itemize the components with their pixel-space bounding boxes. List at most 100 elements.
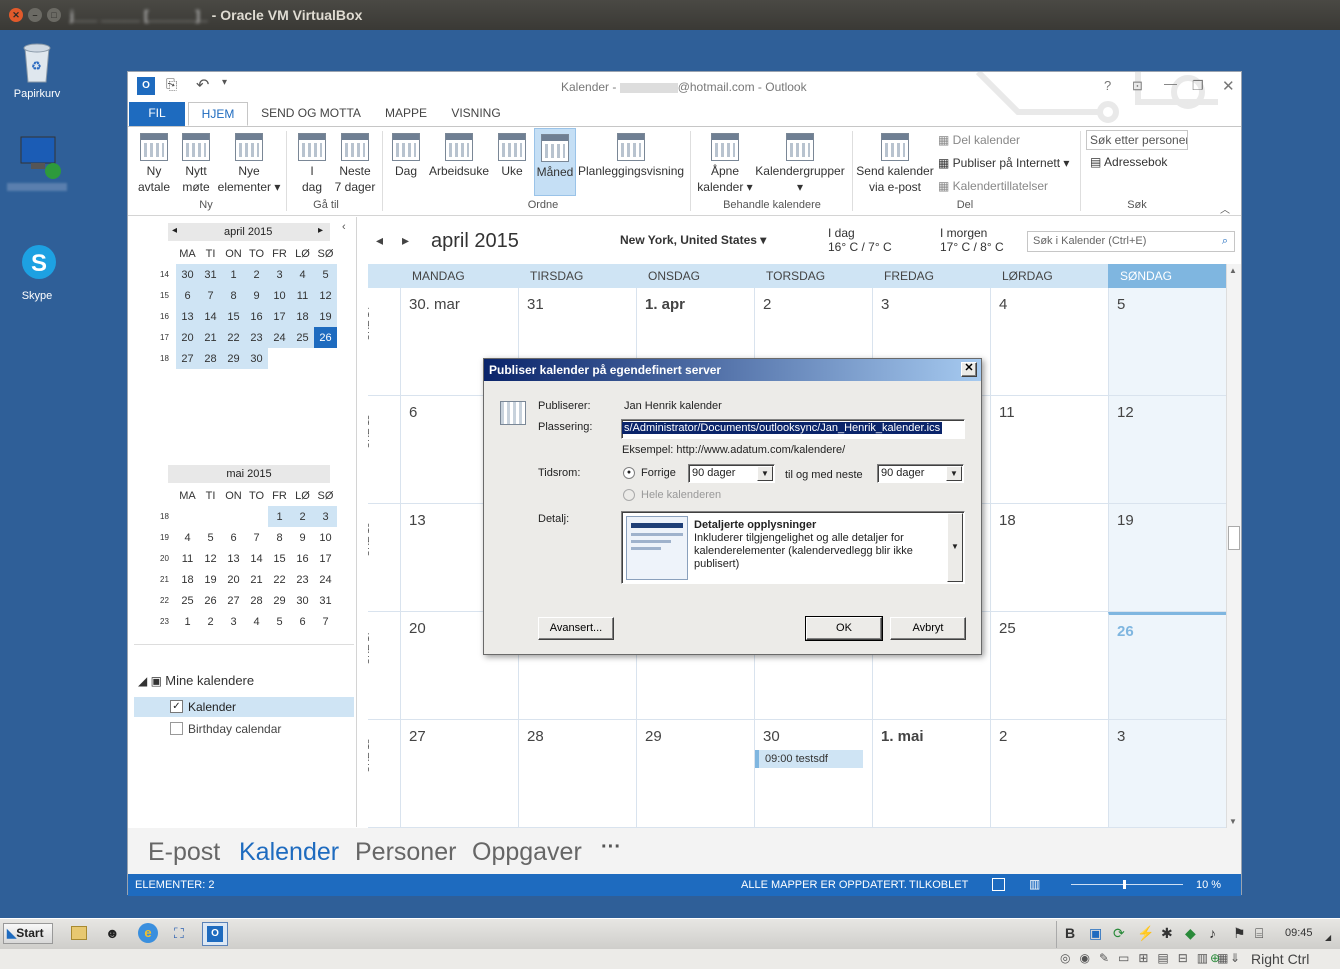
weather-location[interactable]: New York, United States ▾: [620, 233, 766, 247]
detail-level-select[interactable]: Detaljerte opplysninger Inkluderer tilgj…: [621, 511, 965, 584]
start-button[interactable]: ◣Start: [3, 923, 53, 944]
mini-cal-day[interactable]: 5: [268, 611, 291, 632]
ribbon-display-icon[interactable]: ⊡: [1132, 78, 1143, 94]
tray-volume-icon[interactable]: ♪: [1209, 925, 1216, 941]
mini-cal-day[interactable]: 7: [245, 527, 268, 548]
dialog-close-icon[interactable]: ✕: [961, 362, 977, 377]
calendar-groups-button[interactable]: Kalendergrupper ▾: [754, 131, 846, 195]
mini-cal-day[interactable]: 2: [291, 506, 314, 527]
day-cell[interactable]: 19: [1108, 504, 1226, 612]
search-people-input[interactable]: Søk etter personer: [1086, 130, 1188, 150]
scroll-up-icon[interactable]: ▲: [1229, 266, 1237, 275]
vertical-scrollbar[interactable]: ▲ ▼: [1226, 264, 1241, 828]
scroll-down-icon[interactable]: ▼: [1229, 817, 1237, 826]
day-cell[interactable]: 25: [990, 612, 1108, 720]
mini-cal-day[interactable]: [245, 506, 268, 527]
tray-flag-icon[interactable]: ⚑: [1233, 925, 1246, 942]
reading-view-icon[interactable]: ▥: [1029, 877, 1040, 891]
nav-epost[interactable]: E-post: [148, 838, 220, 867]
desktop-icon-remote[interactable]: [0, 133, 74, 195]
calendar-item-kalender[interactable]: ✓ Kalender: [134, 697, 354, 717]
normal-view-icon[interactable]: [992, 878, 1005, 891]
mini-cal-day[interactable]: 3: [268, 264, 291, 285]
mini-cal-day[interactable]: 22: [268, 569, 291, 590]
day-cell[interactable]: 30 09:00 testsdf: [754, 720, 872, 828]
mini-cal-day[interactable]: 18: [291, 306, 314, 327]
outlook-taskbar-button[interactable]: O: [202, 922, 228, 946]
mini-cal-day[interactable]: 9: [245, 285, 268, 306]
publish-online-button[interactable]: ▦ Publiser på Internett ▾: [938, 156, 1069, 170]
mini-cal-day[interactable]: 4: [291, 264, 314, 285]
close-window-icon[interactable]: ✕: [1222, 77, 1235, 95]
network-icon[interactable]: ⛶: [174, 925, 184, 942]
tray-b-icon[interactable]: B: [1065, 925, 1075, 941]
mini-cal-day[interactable]: 25: [176, 590, 199, 611]
mini-cal-day[interactable]: 28: [199, 348, 222, 369]
mini-cal-day[interactable]: 9: [291, 527, 314, 548]
mini-cal-day[interactable]: 24: [314, 569, 337, 590]
day-cell[interactable]: 29: [636, 720, 754, 828]
vbox-mouse-icon[interactable]: ⊕: [1210, 951, 1220, 965]
mini-cal-day[interactable]: [268, 348, 291, 369]
ie-icon[interactable]: e: [138, 923, 158, 943]
mini-cal-day[interactable]: 27: [222, 590, 245, 611]
mini-cal-day[interactable]: 7: [314, 611, 337, 632]
user-icon[interactable]: ☻: [105, 925, 120, 941]
mini-cal-day[interactable]: 17: [314, 548, 337, 569]
mini-cal-day[interactable]: 27: [176, 348, 199, 369]
checkbox-unchecked[interactable]: [170, 722, 183, 735]
week-view-button[interactable]: Uke: [492, 131, 532, 179]
mini-cal-day[interactable]: 31: [199, 264, 222, 285]
tab-send-og-motta[interactable]: SEND OG MOTTA: [256, 102, 366, 126]
share-calendar-button[interactable]: ▦ Del kalender: [938, 133, 1020, 147]
dropdown-arrow-icon[interactable]: ▼: [947, 513, 963, 582]
day-cell[interactable]: 11: [990, 396, 1108, 504]
tray-network-icon[interactable]: ⌸: [1255, 925, 1263, 942]
radio-forrige-selected[interactable]: ●: [623, 467, 635, 479]
desktop-icon-papirkurv[interactable]: ♻ Papirkurv: [0, 38, 74, 100]
undo-icon[interactable]: ↶: [196, 75, 209, 95]
mini-cal-day[interactable]: 19: [199, 569, 222, 590]
show-desktop-icon[interactable]: ◢: [1325, 933, 1331, 942]
day-cell[interactable]: 3: [1108, 720, 1226, 828]
tray-sync-icon[interactable]: ⟳: [1113, 925, 1125, 942]
mini-cal-day[interactable]: 12: [199, 548, 222, 569]
mini-cal-day[interactable]: 8: [268, 527, 291, 548]
mini-cal-day[interactable]: 14: [199, 306, 222, 327]
mini-cal-day[interactable]: 25: [291, 327, 314, 348]
collapse-ribbon-icon[interactable]: ︿: [1220, 201, 1230, 216]
day-cell[interactable]: 27: [400, 720, 518, 828]
nav-oppgaver[interactable]: Oppgaver: [472, 838, 582, 867]
mini-cal-day[interactable]: [176, 506, 199, 527]
mini-cal-day[interactable]: 6: [222, 527, 245, 548]
mini-cal-day[interactable]: 11: [176, 548, 199, 569]
location-input[interactable]: s/Administrator/Documents/outlooksync/Ja…: [621, 419, 965, 439]
tray-green-icon[interactable]: ◆: [1185, 925, 1196, 942]
mini-cal-day[interactable]: 26: [314, 327, 337, 348]
mini-cal-day[interactable]: 1: [268, 506, 291, 527]
mini-cal-day[interactable]: 16: [245, 306, 268, 327]
open-calendar-button[interactable]: Åpne kalender ▾: [696, 131, 754, 195]
folder-icon[interactable]: [71, 926, 87, 940]
mini-cal-day[interactable]: 30: [176, 264, 199, 285]
month-view-button[interactable]: Måned: [534, 128, 576, 196]
checkbox-checked[interactable]: ✓: [170, 700, 183, 713]
mini-cal-day[interactable]: 24: [268, 327, 291, 348]
today-button[interactable]: I dag: [292, 131, 332, 195]
desktop-icon-skype[interactable]: S Skype: [0, 240, 74, 302]
mini-cal-day[interactable]: 29: [268, 590, 291, 611]
advanced-button[interactable]: Avansert...: [538, 617, 614, 640]
help-icon[interactable]: ?: [1104, 78, 1111, 93]
mini-cal-day[interactable]: 2: [199, 611, 222, 632]
calendar-search-input[interactable]: Søk i Kalender (Ctrl+E) ⌕: [1027, 231, 1235, 252]
email-calendar-button[interactable]: Send kalender via e-post: [856, 131, 934, 195]
mini-cal-day[interactable]: 16: [291, 548, 314, 569]
mini-cal-day[interactable]: 3: [314, 506, 337, 527]
ok-button[interactable]: OK: [805, 616, 883, 641]
calendar-item-birthday[interactable]: Birthday calendar: [134, 719, 354, 739]
mini-cal-day[interactable]: 15: [268, 548, 291, 569]
zoom-slider[interactable]: [1071, 880, 1183, 889]
mini-cal-day[interactable]: 20: [222, 569, 245, 590]
cancel-button[interactable]: Avbryt: [890, 617, 966, 640]
mini-cal-day[interactable]: 30: [291, 590, 314, 611]
